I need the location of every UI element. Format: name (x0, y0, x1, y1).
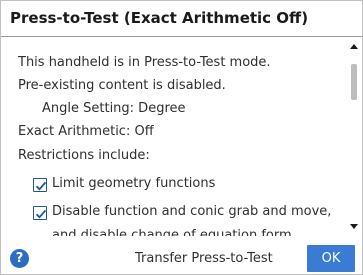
press-to-test-dialog: Press-to-Test (Exact Arithmetic Off) Thi… (0, 0, 363, 275)
info-line-content-disabled: Pre-existing content is disabled. (18, 78, 226, 93)
checkmark-icon (35, 181, 47, 191)
ok-button[interactable]: OK (307, 245, 355, 272)
restriction-label: Disable function and conic grab and move… (52, 204, 332, 219)
restriction-label-continuation: and disable change of equation form (52, 228, 292, 236)
dialog-content: This handheld is in Press-to-Test mode. … (1, 38, 344, 236)
restrictions-heading: Restrictions include: (18, 148, 150, 163)
transfer-press-to-test-button[interactable]: Transfer Press-to-Test (135, 248, 273, 269)
dialog-footer: ? Transfer Press-to-Test OK (1, 244, 362, 274)
dialog-title: Press-to-Test (Exact Arithmetic Off) (1, 1, 362, 37)
vertical-scrollbar[interactable] (346, 38, 362, 236)
info-line-mode: This handheld is in Press-to-Test mode. (18, 55, 271, 70)
angle-setting-text: Angle Setting: Degree (42, 101, 186, 116)
restriction-label: Limit geometry functions (52, 176, 216, 191)
exact-arithmetic-text: Exact Arithmetic: Off (18, 124, 154, 139)
scroll-down-arrow-icon[interactable] (350, 224, 358, 229)
scroll-thumb[interactable] (351, 64, 357, 100)
scroll-up-arrow-icon[interactable] (350, 44, 358, 49)
checkbox-disable-grab-move[interactable] (33, 206, 47, 220)
checkbox-limit-geometry[interactable] (33, 178, 47, 192)
checkmark-icon (35, 209, 47, 219)
help-question-icon[interactable]: ? (10, 249, 29, 268)
